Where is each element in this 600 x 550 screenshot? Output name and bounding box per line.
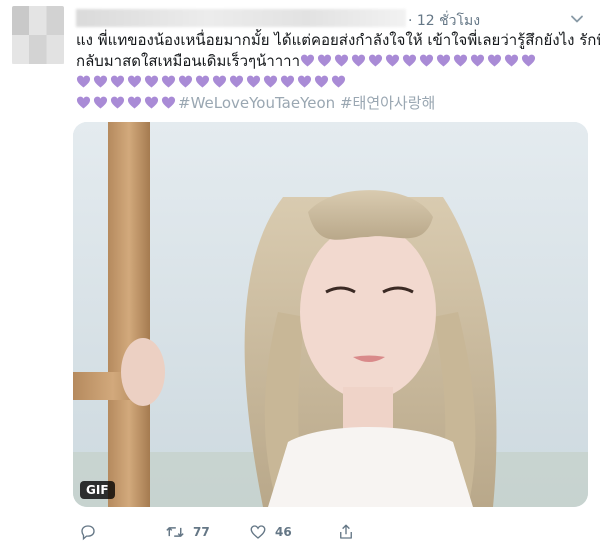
tweet-text-line3 [76,72,586,93]
purple-heart-icon [368,54,383,67]
purple-heart-icon [178,75,193,88]
retweet-button[interactable]: 77 [165,520,210,544]
purple-heart-icon [76,75,91,88]
purple-heart-icon [76,96,91,109]
tweet-header: · 12 ชั่วโมง [76,8,583,32]
purple-heart-icon [280,75,295,88]
purple-heart-icon [453,54,468,67]
purple-heart-icon [314,75,329,88]
purple-heart-icon [470,54,485,67]
purple-heart-icon [334,54,349,67]
purple-heart-icon [263,75,278,88]
hearts-row-1 [300,52,538,70]
reply-button[interactable] [79,520,97,544]
tweet[interactable]: · 12 ชั่วโมง แง พี่แทของน้องเหนื่อยมากมั… [0,0,600,550]
tweet-text-line2-text: กลับมาสดใสเหมือนเดิมเร็วๆน้าาาา [76,52,301,70]
purple-heart-icon [487,54,502,67]
purple-heart-icon [110,96,125,109]
purple-heart-icon [521,54,536,67]
retweet-icon [166,527,184,537]
like-count: 46 [275,525,292,539]
purple-heart-icon [317,54,332,67]
hearts-row-2 [76,73,348,91]
hashtag-link-2[interactable]: #태연아사랑해 [340,94,435,112]
gif-frame-image [73,122,588,507]
reply-icon [81,525,95,541]
purple-heart-icon [229,75,244,88]
tweet-text-line1: แง พี่แทของน้องเหนื่อยมากมั้ย ได้แต่คอยส… [76,31,600,49]
tweet-text-line2: กลับมาสดใสเหมือนเดิมเร็วๆน้าาาา [76,51,586,72]
purple-heart-icon [93,96,108,109]
purple-heart-icon [504,54,519,67]
purple-heart-icon [246,75,261,88]
purple-heart-icon [331,75,346,88]
gif-badge: GIF [80,481,115,499]
purple-heart-icon [212,75,227,88]
purple-heart-icon [144,75,159,88]
purple-heart-icon [385,54,400,67]
tweet-text-line4: #WeLoveYouTaeYeon #태연아사랑해 [76,93,586,114]
tweet-timestamp[interactable]: · 12 ชั่วโมง [408,10,480,32]
like-button[interactable]: 46 [249,520,292,544]
hashtag-link-1[interactable]: #WeLoveYouTaeYeon [178,94,335,112]
purple-heart-icon [297,75,312,88]
purple-heart-icon [195,75,210,88]
heart-icon [250,525,266,539]
purple-heart-icon [127,75,142,88]
avatar[interactable] [12,6,64,64]
share-button[interactable] [337,520,355,544]
purple-heart-icon [402,54,417,67]
retweet-count: 77 [193,525,210,539]
chevron-down-icon[interactable] [570,12,584,26]
purple-heart-icon [127,96,142,109]
purple-heart-icon [93,75,108,88]
purple-heart-icon [110,75,125,88]
purple-heart-icon [161,75,176,88]
purple-heart-icon [144,96,159,109]
tweet-actions: 77 46 [73,520,473,544]
share-icon [340,524,352,539]
purple-heart-icon [161,96,176,109]
author-name-redacted[interactable] [76,9,406,27]
purple-heart-icon [300,54,315,67]
tweet-media-gif[interactable]: GIF [73,122,588,507]
tweet-text: แง พี่แทของน้องเหนื่อยมากมั้ย ได้แต่คอยส… [76,30,600,114]
hearts-row-3 [76,94,178,112]
purple-heart-icon [351,54,366,67]
purple-heart-icon [419,54,434,67]
purple-heart-icon [436,54,451,67]
